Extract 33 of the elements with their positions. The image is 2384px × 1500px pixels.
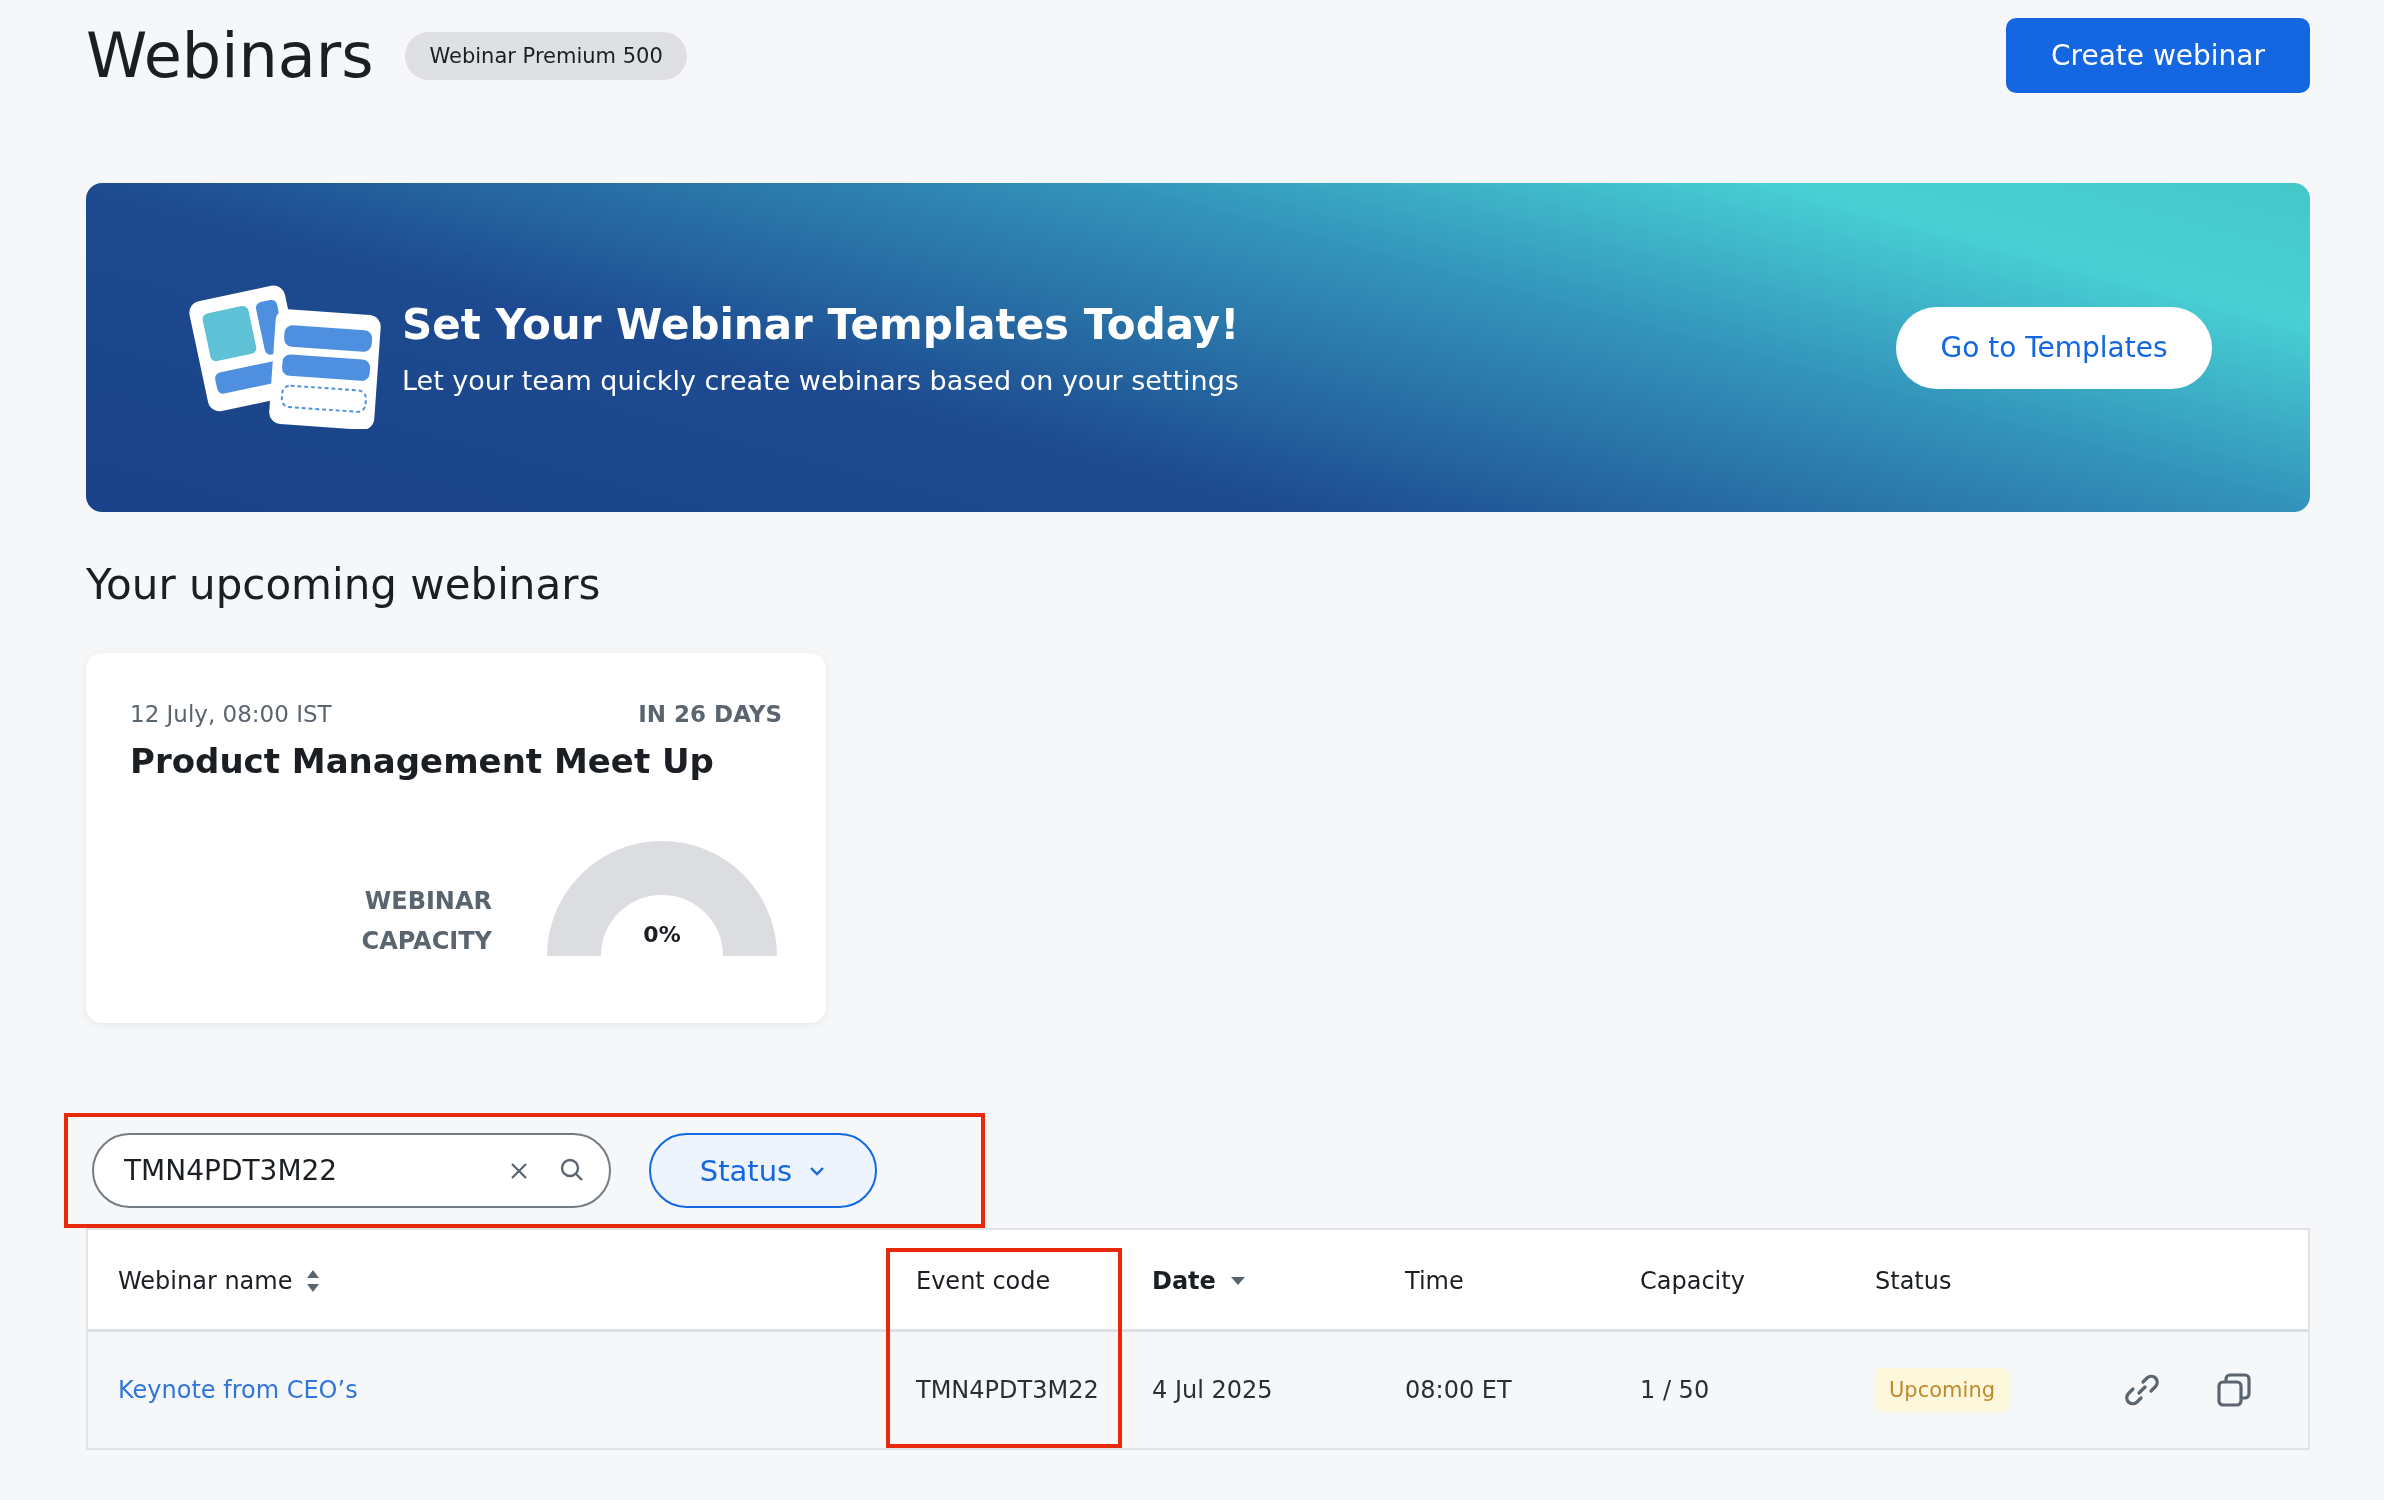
plan-badge: Webinar Premium 500 <box>405 31 687 80</box>
search-field[interactable]: TMN4PDT3M22 <box>92 1133 611 1208</box>
status-badge: Upcoming <box>1875 1368 2010 1412</box>
column-header[interactable]: Event code <box>916 1267 1051 1295</box>
banner-subtitle: Let your team quickly create webinars based on your settings <box>402 364 1240 396</box>
webinar-card[interactable]: 12 July, 08:00 IST IN 26 DAYS Product Management Meet Up WEBINAR CAPACITY 0% <box>86 653 826 1023</box>
table-cell: 1 / 50 <box>1640 1376 1710 1404</box>
banner-title: Set Your Webinar Templates Today! <box>402 299 1240 349</box>
countdown-label: IN 26 DAYS <box>638 701 782 727</box>
page-title: Webinars <box>86 19 374 92</box>
webinar-link[interactable]: Keynote from CEO’s <box>118 1376 358 1404</box>
column-header[interactable]: Date <box>1152 1267 1246 1295</box>
table-cell: TMN4PDT3M22 <box>916 1376 1099 1404</box>
go-to-templates-button[interactable]: Go to Templates <box>1896 306 2212 389</box>
column-header[interactable]: Status <box>1875 1267 1952 1295</box>
column-header[interactable]: Time <box>1405 1267 1464 1295</box>
chevron-down-icon <box>808 1164 827 1177</box>
column-header[interactable]: Webinar name <box>118 1267 321 1295</box>
webinar-datetime: 12 July, 08:00 IST <box>130 701 332 727</box>
search-icon[interactable] <box>559 1157 585 1183</box>
status-filter-button[interactable]: Status <box>649 1133 877 1208</box>
column-header[interactable]: Capacity <box>1640 1267 1745 1295</box>
copy-icon[interactable] <box>2214 1370 2254 1410</box>
table-cell: 4 Jul 2025 <box>1152 1376 1273 1404</box>
webinar-title: Product Management Meet Up <box>130 741 715 781</box>
table-cell: 08:00 ET <box>1405 1376 1512 1404</box>
section-heading: Your upcoming webinars <box>86 560 602 609</box>
sort-down-icon[interactable] <box>1229 1276 1246 1286</box>
sort-icon[interactable] <box>306 1268 321 1294</box>
clear-icon[interactable] <box>509 1161 529 1181</box>
capacity-label: WEBINAR CAPACITY <box>360 886 492 957</box>
capacity-reading: 0% <box>643 922 681 947</box>
create-webinar-button[interactable]: Create webinar <box>2006 18 2310 93</box>
